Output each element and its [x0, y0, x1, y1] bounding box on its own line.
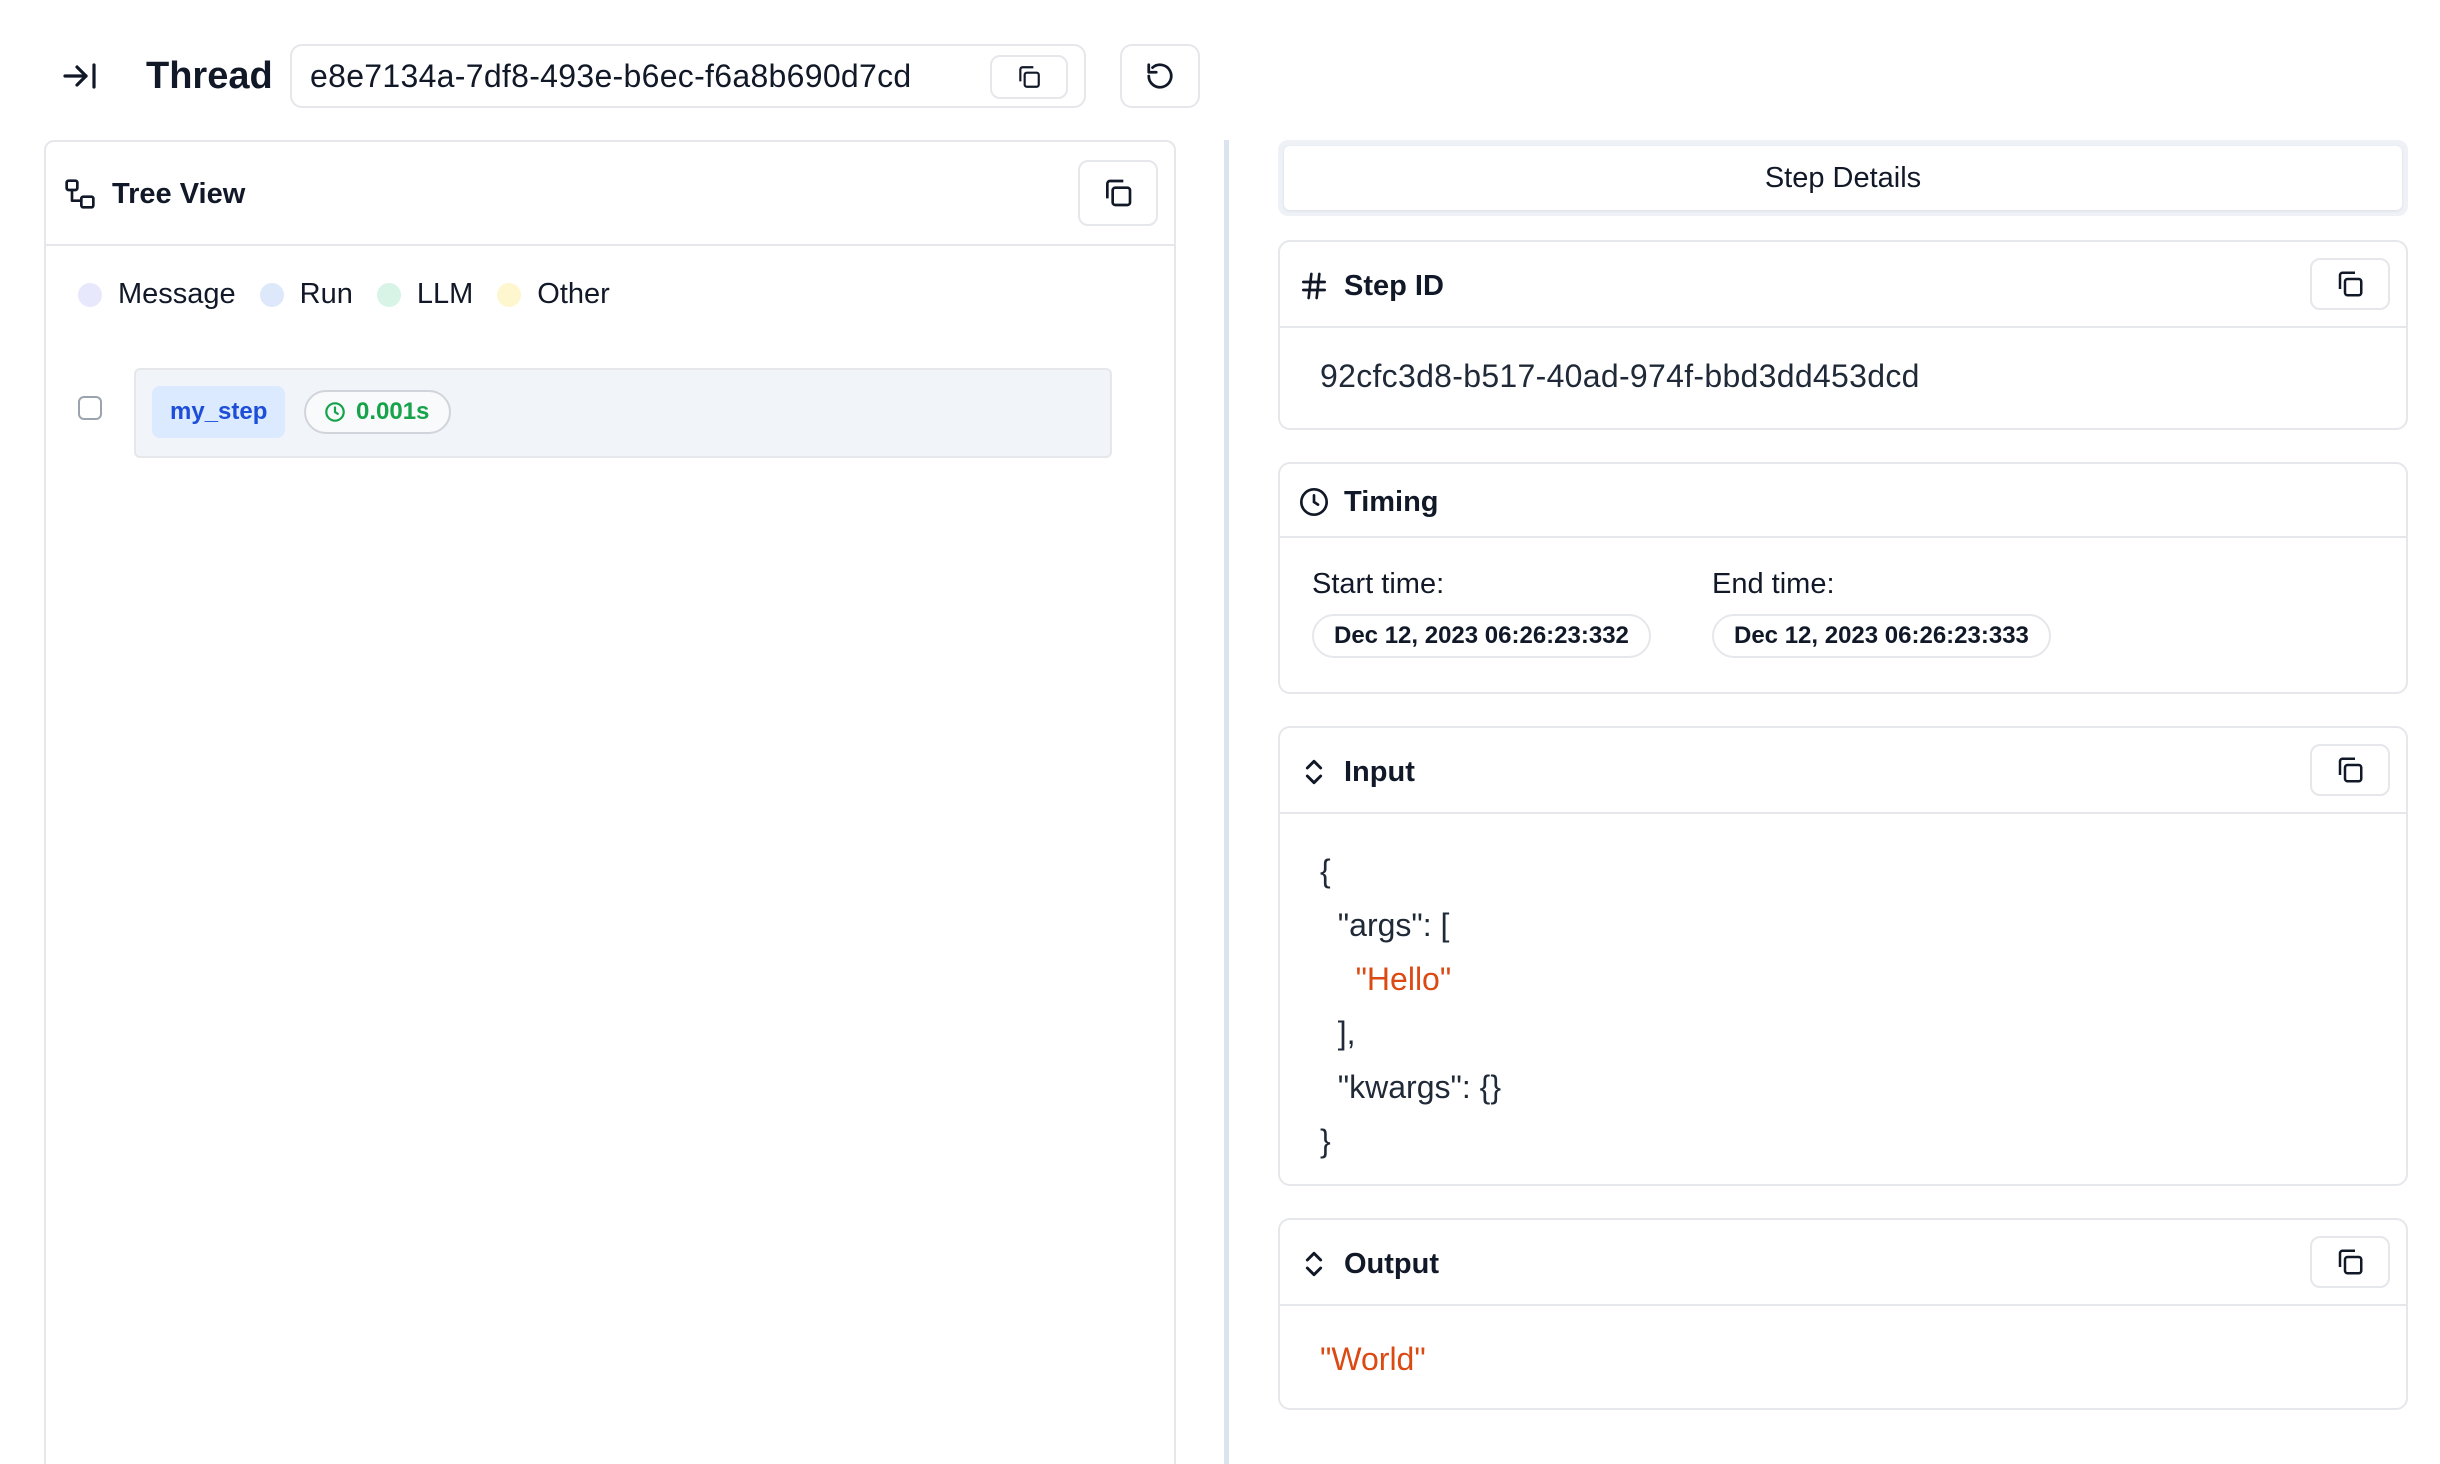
code-line-string: "Hello" [1320, 961, 1452, 997]
legend-dot [497, 282, 522, 307]
step-id-card: Step ID 92cfc3d8-b517-40ad-974f-bbd3dd45… [1278, 240, 2408, 430]
code-line: "kwargs": {} [1320, 1069, 1502, 1105]
chevrons-up-down-icon [1305, 759, 1323, 785]
step-details-tab-bar: Step Details [1278, 140, 2408, 216]
step-checkbox[interactable] [78, 396, 102, 420]
refresh-icon [1147, 63, 1173, 89]
code-line: ], [1320, 1015, 1356, 1051]
refresh-button[interactable] [1120, 44, 1200, 108]
copy-icon [2338, 757, 2363, 783]
tree-view-title: Tree View [112, 178, 246, 210]
legend-dot [259, 282, 284, 307]
input-header[interactable]: Input [1280, 728, 2406, 814]
arrow-right-to-line-icon [63, 63, 96, 89]
timing-header: Timing [1280, 464, 2406, 538]
copy-tree-button[interactable] [1078, 160, 1158, 226]
step-name-badge: my_step [152, 386, 286, 438]
step-id-value: 92cfc3d8-b517-40ad-974f-bbd3dd453dcd [1320, 358, 1920, 394]
legend-item-llm: LLM [376, 278, 474, 311]
output-value: "World" [1320, 1341, 1426, 1377]
copy-step-id-button[interactable] [2310, 258, 2390, 310]
end-time-value: Dec 12, 2023 06:26:23:333 [1712, 614, 2051, 658]
tree-view-icon [65, 179, 95, 209]
timing-title: Timing [1344, 486, 1439, 518]
legend-label: LLM [416, 278, 474, 310]
input-title: Input [1344, 756, 1415, 788]
clock-icon [325, 402, 345, 422]
thread-header: Thread e8e7134a-7df8-493e-b6ec-f6a8b690d… [0, 0, 2440, 140]
legend-item-run: Run [259, 278, 353, 311]
legend-dot [78, 282, 102, 307]
legend-item-other: Other [497, 278, 610, 311]
input-json: { "args": [ "Hello" ], "kwargs": {}} [1320, 844, 1501, 1168]
code-line: } [1320, 1123, 1331, 1159]
output-card: Output "World" [1278, 1218, 2408, 1410]
step-duration-badge: 0.001s [304, 390, 452, 434]
end-time-label: End time: [1712, 568, 1835, 600]
legend-dot [376, 282, 401, 307]
copy-input-button[interactable] [2310, 744, 2390, 796]
copy-thread-id-button[interactable] [990, 55, 1068, 99]
tree-view-panel: Tree View Message Run LLM Other my_step [44, 140, 1176, 1464]
copy-icon [2338, 1249, 2363, 1275]
copy-output-button[interactable] [2310, 1236, 2390, 1288]
copy-icon [1019, 66, 1040, 88]
legend-label: Message [118, 278, 236, 310]
start-time-label: Start time: [1312, 568, 1445, 600]
copy-icon [1106, 179, 1132, 207]
collapse-sidebar-button[interactable] [52, 52, 108, 100]
step-duration-value: 0.001s [356, 398, 430, 425]
hash-icon [1302, 272, 1326, 300]
tab-step-details[interactable]: Step Details [1284, 146, 2402, 210]
thread-id-value: e8e7134a-7df8-493e-b6ec-f6a8b690d7cd [310, 57, 912, 94]
step-type-legend: Message Run LLM Other [78, 278, 634, 311]
start-time-value: Dec 12, 2023 06:26:23:332 [1312, 614, 1651, 658]
output-title: Output [1344, 1248, 1440, 1280]
timing-card: Timing Start time: Dec 12, 2023 06:26:23… [1278, 462, 2408, 694]
copy-icon [2338, 271, 2363, 297]
thread-id-field: e8e7134a-7df8-493e-b6ec-f6a8b690d7cd [290, 44, 1086, 108]
input-card: Input { "args": [ "Hello" ], "kwargs": {… [1278, 726, 2408, 1186]
code-line: { [1320, 853, 1331, 889]
step-id-header: Step ID [1280, 242, 2406, 328]
legend-item-message: Message [78, 278, 236, 311]
step-id-title: Step ID [1344, 270, 1444, 302]
thread-title: Thread [146, 55, 273, 97]
legend-label: Run [299, 278, 353, 310]
panel-resize-handle[interactable] [1224, 140, 1229, 1464]
step-row[interactable]: my_step 0.001s [134, 368, 1112, 458]
output-header[interactable]: Output [1280, 1220, 2406, 1306]
clock-icon [1300, 488, 1328, 516]
chevrons-up-down-icon [1305, 1251, 1323, 1277]
tree-view-header: Tree View [46, 142, 1174, 246]
code-line: "args": [ [1320, 907, 1450, 943]
legend-label: Other [537, 278, 610, 310]
